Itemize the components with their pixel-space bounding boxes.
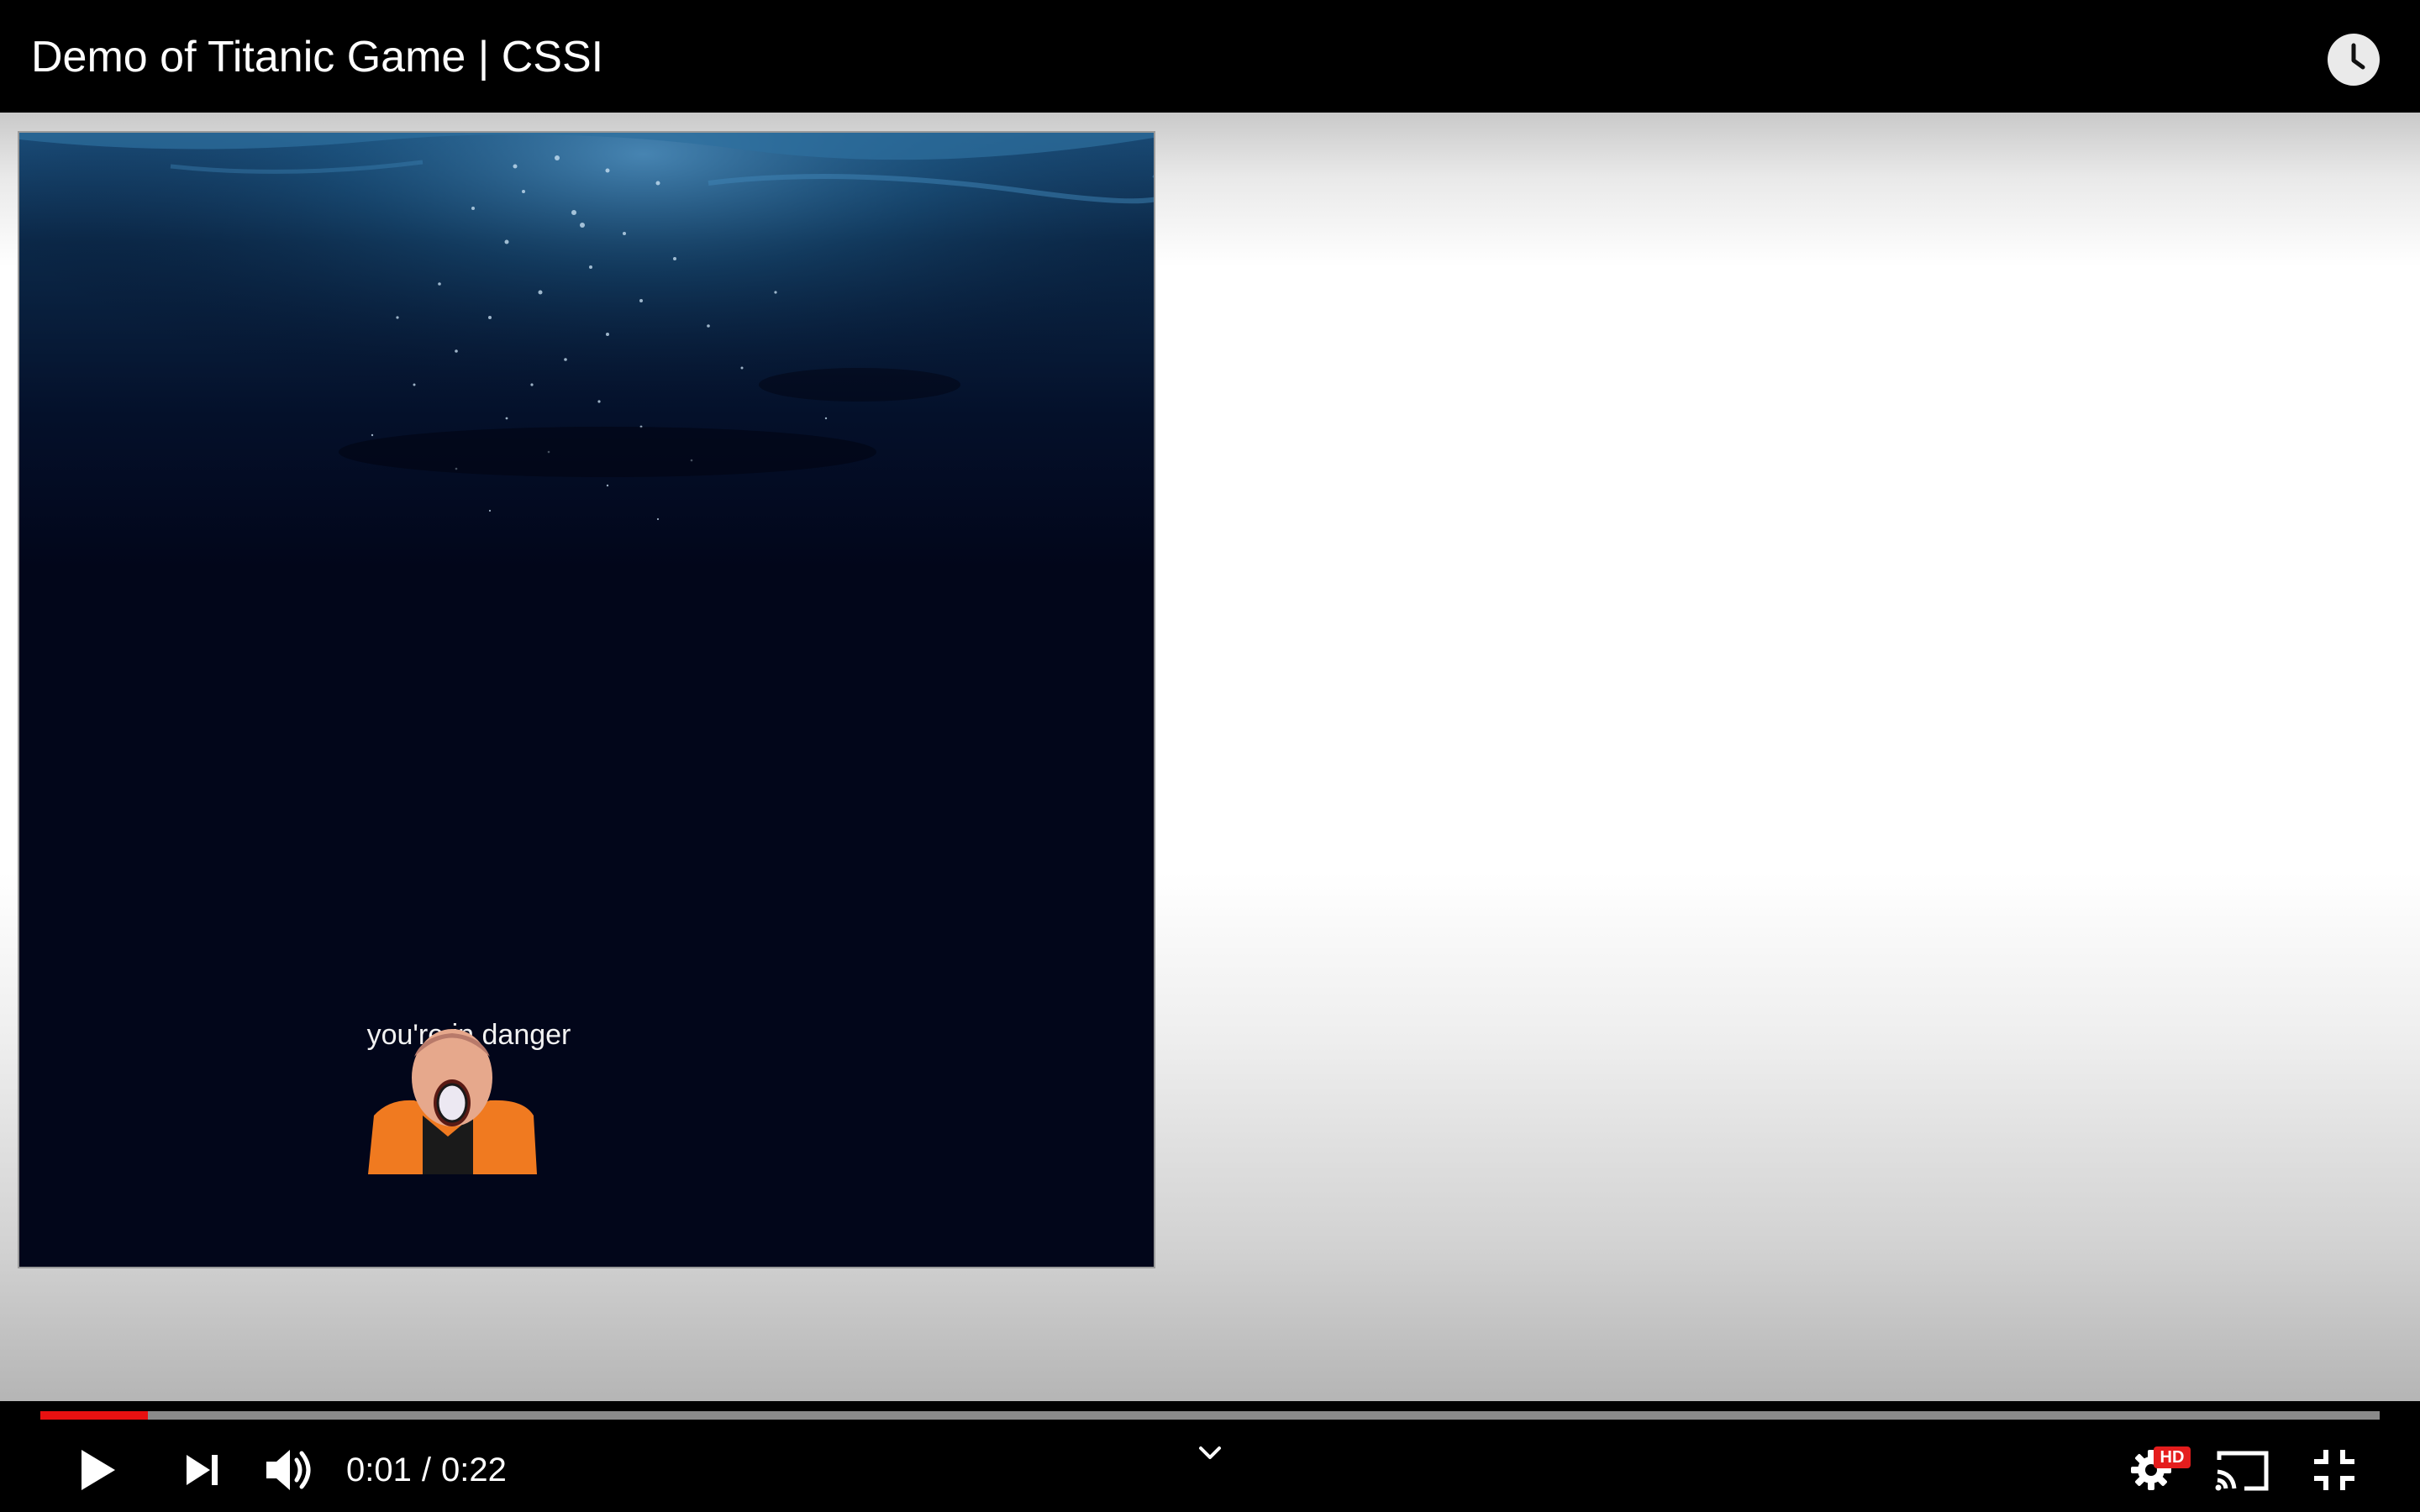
player-character [355,1023,549,1174]
chevron-down-icon [1199,1446,1221,1459]
exit-fullscreen-button[interactable] [2301,1436,2368,1504]
volume-button[interactable] [256,1436,324,1504]
current-time: 0:01 [346,1452,412,1488]
exit-fullscreen-icon [2314,1450,2354,1490]
watch-later-button[interactable] [2328,34,2380,86]
player-controls: 0:01/0:22 HD [0,1401,2420,1512]
clock-icon [2329,35,2378,84]
time-separator: / [421,1452,431,1488]
cast-icon [2215,1451,2269,1491]
next-button[interactable] [168,1436,235,1504]
progress-played [40,1411,149,1420]
hd-badge: HD [2154,1446,2191,1468]
volume-icon [266,1450,311,1490]
duration: 0:22 [440,1452,507,1488]
video-title[interactable]: Demo of Titanic Game | CSSI [31,30,603,84]
play-button[interactable] [64,1436,131,1504]
game-canvas: you're in danger [18,131,1155,1268]
play-icon [82,1450,115,1490]
progress-bar[interactable] [40,1411,2380,1420]
underwater-surface [19,133,1154,570]
title-bar: Demo of Titanic Game | CSSI [0,0,2420,113]
video-frame[interactable]: you're in danger [0,113,2420,1401]
cast-button[interactable] [2208,1436,2275,1504]
time-display: 0:01/0:22 [346,1450,507,1490]
expand-chapters-button[interactable] [1176,1420,1244,1487]
next-icon [187,1455,218,1485]
